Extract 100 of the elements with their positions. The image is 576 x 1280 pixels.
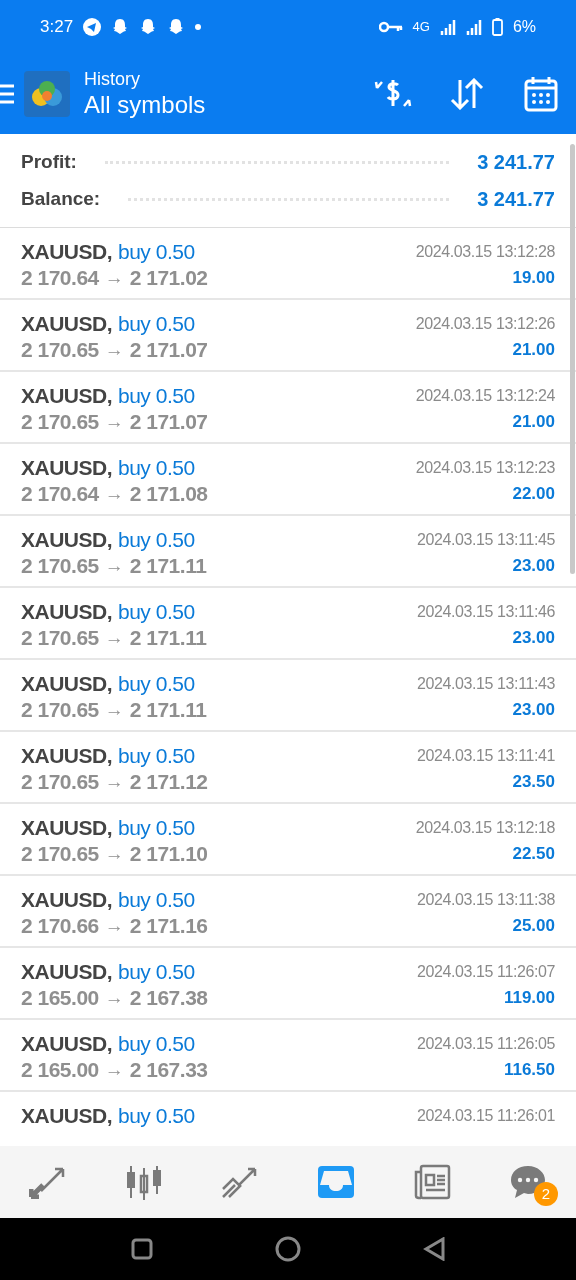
deal-side: buy 0.50	[118, 743, 195, 770]
calendar-icon[interactable]	[524, 76, 558, 112]
deal-profit: 22.00	[512, 483, 555, 506]
signal-icon	[465, 19, 482, 35]
open-price: 2 170.65	[21, 409, 99, 436]
deal-time: 2024.03.15 13:11:45	[416, 530, 555, 550]
deal-symbol: XAUUSD,	[21, 455, 112, 482]
deal-side: buy 0.50	[118, 1031, 195, 1058]
open-price: 2 170.64	[21, 481, 99, 508]
key-icon	[378, 21, 403, 33]
deal-profit: 119.00	[503, 987, 555, 1010]
deal-symbol: XAUUSD,	[21, 887, 112, 914]
deal-side: buy 0.50	[118, 599, 195, 626]
deal-row[interactable]: XAUUSD, buy 0.50 2024.03.15 11:26:07 2 165.00 → 2 167.38 119.00	[0, 948, 576, 1020]
deal-time: 2024.03.15 13:11:38	[416, 890, 555, 910]
trend-arrow-icon	[221, 1165, 259, 1199]
open-price: 2 170.66	[21, 913, 99, 940]
deal-symbol: XAUUSD,	[21, 383, 112, 410]
deal-row[interactable]: XAUUSD, buy 0.50 2024.03.15 13:11:38 2 170.66 → 2 171.16 25.00	[0, 876, 576, 948]
deal-side: buy 0.50	[118, 815, 195, 842]
clock: 3:27	[40, 16, 74, 39]
close-price: 2 171.07	[129, 409, 208, 436]
summary-value: 3 241.77	[477, 150, 555, 175]
open-price: 2 165.00	[21, 985, 99, 1012]
deal-row[interactable]: XAUUSD, buy 0.50 2024.03.15 13:11:46 2 170.65 → 2 171.11 23.00	[0, 588, 576, 660]
deal-time: 2024.03.15 13:12:23	[415, 458, 555, 478]
summary-label: Profit:	[21, 149, 77, 174]
deal-time: 2024.03.15 11:26:01	[416, 1106, 555, 1126]
triangle-icon[interactable]	[423, 1237, 445, 1261]
close-price: 2 171.10	[129, 841, 208, 868]
price-arrow: →	[104, 769, 124, 794]
circle-icon[interactable]	[275, 1236, 301, 1262]
notification-badge: 2	[534, 1182, 558, 1206]
deal-row[interactable]: XAUUSD, buy 0.50 2024.03.15 13:12:23 2 170.64 → 2 171.08 22.00	[0, 444, 576, 516]
deal-symbol: XAUUSD,	[21, 743, 112, 770]
price-arrow: →	[104, 841, 124, 866]
deal-profit: 21.00	[512, 339, 555, 362]
price-arrow: →	[104, 409, 124, 434]
deal-row[interactable]: XAUUSD, buy 0.50 2024.03.15 13:12:26 2 170.65 → 2 171.07 21.00	[0, 300, 576, 372]
deal-row[interactable]: XAUUSD, buy 0.50 2024.03.15 13:11:43 2 170.65 → 2 171.11 23.00	[0, 660, 576, 732]
price-arrow: →	[104, 265, 124, 290]
deal-profit: 23.50	[512, 771, 555, 794]
deal-side: buy 0.50	[118, 887, 195, 914]
price-arrow: →	[104, 625, 124, 650]
price-arrow: →	[104, 481, 124, 506]
close-price: 2 171.11	[129, 697, 207, 724]
close-price: 2 171.08	[129, 481, 208, 508]
open-price: 2 170.65	[21, 553, 99, 580]
deal-time: 2024.03.15 13:11:41	[416, 746, 555, 766]
deal-profit: 23.00	[512, 555, 555, 578]
deal-symbol: XAUUSD,	[21, 959, 112, 986]
deal-time: 2024.03.15 13:11:43	[416, 674, 555, 694]
deal-row[interactable]: XAUUSD, buy 0.50 2024.03.15 11:26:05 2 165.00 → 2 167.33 116.50	[0, 1020, 576, 1092]
deal-profit: 22.50	[512, 843, 555, 866]
network-type: 4G	[412, 18, 430, 37]
close-price: 2 167.38	[129, 985, 208, 1012]
header-title: All symbols	[84, 90, 206, 120]
deal-symbol: XAUUSD,	[21, 1103, 112, 1130]
menu-icon[interactable]	[0, 83, 14, 105]
battery-icon	[491, 18, 503, 36]
close-price: 2 171.12	[129, 769, 208, 796]
deal-time: 2024.03.15 13:12:26	[415, 314, 555, 334]
telegram-icon	[83, 18, 102, 36]
deal-profit: 23.00	[512, 699, 555, 722]
deal-row[interactable]: XAUUSD, buy 0.50 2024.03.15 13:11:41 2 170.65 → 2 171.12 23.50	[0, 732, 576, 804]
deal-side: buy 0.50	[118, 383, 195, 410]
deal-time: 2024.03.15 13:12:18	[415, 818, 555, 838]
inbox-icon	[317, 1165, 355, 1199]
deal-profit: 25.00	[512, 915, 555, 938]
price-arrow: →	[104, 697, 124, 722]
deal-symbol: XAUUSD,	[21, 311, 112, 338]
signal-icon	[439, 19, 456, 35]
sort-arrows-icon[interactable]	[450, 78, 484, 110]
open-price: 2 170.65	[21, 625, 99, 652]
deal-side: buy 0.50	[118, 527, 195, 554]
deal-time: 2024.03.15 11:26:07	[416, 962, 555, 982]
deal-symbol: XAUUSD,	[21, 815, 112, 842]
close-price: 2 171.11	[129, 625, 207, 652]
deal-row[interactable]: XAUUSD, buy 0.50 2024.03.15 13:12:28 2 170.64 → 2 171.02 19.00	[0, 228, 576, 300]
deal-side: buy 0.50	[118, 671, 195, 698]
square-icon[interactable]	[131, 1238, 153, 1260]
deal-time: 2024.03.15 11:26:05	[416, 1034, 555, 1054]
open-price: 2 170.65	[21, 841, 99, 868]
header-subtitle: History	[84, 68, 141, 90]
newspaper-icon	[413, 1164, 451, 1200]
dot-icon	[195, 24, 202, 30]
deal-side: buy 0.50	[118, 239, 195, 266]
close-price: 2 171.16	[129, 913, 208, 940]
deal-row[interactable]: XAUUSD, buy 0.50 2024.03.15 13:12:24 2 170.65 → 2 171.07 21.00	[0, 372, 576, 444]
price-arrow: →	[104, 913, 124, 938]
diagonal-arrows-icon	[29, 1165, 67, 1199]
deal-row[interactable]: XAUUSD, buy 0.50 2024.03.15 13:12:18 2 170.65 → 2 171.10 22.50	[0, 804, 576, 876]
open-price: 2 170.64	[21, 265, 99, 292]
close-price: 2 167.33	[129, 1057, 208, 1084]
battery-percent: 6%	[512, 17, 536, 37]
deal-row[interactable]: XAUUSD, buy 0.50 2024.03.15 13:11:45 2 170.65 → 2 171.11 23.00	[0, 516, 576, 588]
deal-time: 2024.03.15 13:11:46	[416, 602, 555, 622]
summary-value: 3 241.77	[477, 187, 555, 212]
deal-symbol: XAUUSD,	[21, 527, 112, 554]
deal-symbol: XAUUSD,	[21, 599, 112, 626]
